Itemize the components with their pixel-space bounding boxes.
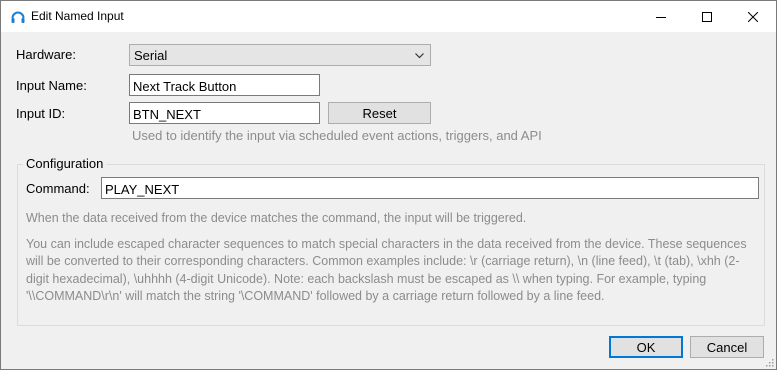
app-icon <box>10 9 26 25</box>
input-id-field[interactable] <box>129 102 320 124</box>
maximize-button[interactable] <box>684 1 730 32</box>
input-name-label: Input Name: <box>16 78 87 93</box>
reset-button[interactable]: Reset <box>328 102 431 124</box>
maximize-icon <box>702 11 712 22</box>
minimize-button[interactable] <box>638 1 684 32</box>
escape-sequences-text: You can include escaped character sequen… <box>26 237 747 304</box>
command-info-text: When the data received from the device m… <box>26 211 527 225</box>
input-id-label: Input ID: <box>16 106 66 121</box>
resize-grip-icon[interactable] <box>764 357 774 367</box>
dialog-window: Edit Named Input Hardware: Serial Input … <box>0 0 777 370</box>
cancel-button[interactable]: Cancel <box>690 336 764 358</box>
configuration-group-title: Configuration <box>23 156 107 171</box>
chevron-down-icon <box>415 53 424 59</box>
close-icon <box>748 11 758 22</box>
title-bar[interactable]: Edit Named Input <box>1 1 776 32</box>
input-name-field[interactable] <box>129 74 320 96</box>
window-title: Edit Named Input <box>31 9 124 23</box>
close-button[interactable] <box>730 1 776 32</box>
hardware-select-value: Serial <box>134 48 168 63</box>
command-field[interactable] <box>101 177 759 199</box>
hardware-label: Hardware: <box>16 47 76 62</box>
command-label: Command: <box>26 181 90 196</box>
hardware-select[interactable]: Serial <box>129 44 431 66</box>
input-id-hint: Used to identify the input via scheduled… <box>132 128 542 143</box>
ok-button[interactable]: OK <box>609 336 683 358</box>
minimize-icon <box>656 16 666 18</box>
